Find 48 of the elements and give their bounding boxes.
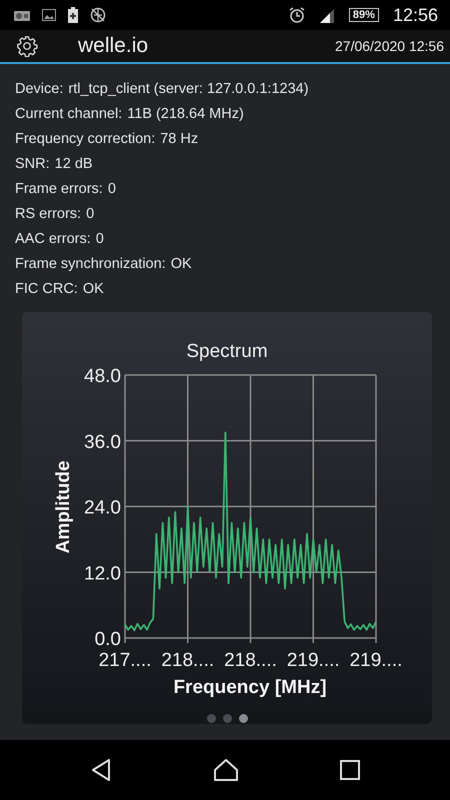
home-icon[interactable] xyxy=(212,758,239,782)
overview-icon[interactable] xyxy=(340,760,360,780)
y-tick-label: 36.0 xyxy=(84,432,121,453)
info-label: Frame synchronization: xyxy=(15,256,166,272)
x-axis-title: Frequency [MHz] xyxy=(173,677,327,698)
signal-icon xyxy=(318,7,335,23)
info-label: Current channel: xyxy=(15,106,122,122)
info-value: OK xyxy=(170,256,192,272)
chart-title: Spectrum xyxy=(186,341,268,362)
info-value: 11B (218.64 MHz) xyxy=(127,106,244,122)
page-indicator-dot[interactable] xyxy=(206,714,216,723)
y-tick-label: 12.0 xyxy=(84,563,121,584)
app-title: welle.io xyxy=(78,34,148,58)
battery-level: 89% xyxy=(348,8,379,22)
x-tick-label: 217.... xyxy=(98,650,152,671)
y-tick-label: 24.0 xyxy=(84,498,121,518)
info-label: Frequency correction: xyxy=(15,130,156,146)
y-tick-label: 48.0 xyxy=(84,366,121,387)
x-tick-label: 218.... xyxy=(161,650,214,671)
page-indicator-dot[interactable] xyxy=(238,714,248,723)
info-value: 0 xyxy=(96,230,104,246)
battery-charging-icon xyxy=(68,7,78,23)
info-value: OK xyxy=(82,280,104,296)
info-label: FIC CRC: xyxy=(15,280,78,296)
page-indicator-dot[interactable] xyxy=(222,714,232,723)
info-value: 0 xyxy=(108,180,116,196)
image-icon xyxy=(42,9,56,21)
info-value: rtl_tcp_client (server: 127.0.0.1:1234) xyxy=(68,80,309,96)
info-label: Device: xyxy=(15,80,64,96)
sync-off-icon xyxy=(90,7,106,23)
x-tick-label: 218.... xyxy=(224,650,277,671)
info-label: RS errors: xyxy=(15,206,82,222)
info-label: SNR: xyxy=(15,156,50,172)
info-value: 0 xyxy=(86,206,94,222)
info-value: 12 dB xyxy=(54,156,93,172)
info-label: AAC errors: xyxy=(15,230,91,246)
x-tick-label: 219.... xyxy=(286,650,340,671)
date-time: 27/06/2020 12:56 xyxy=(335,38,444,54)
y-axis-title: Amplitude xyxy=(53,460,74,554)
clock-time: 12:56 xyxy=(392,4,438,26)
back-icon[interactable] xyxy=(90,758,112,782)
x-tick-label: 219.... xyxy=(350,650,402,671)
info-label: Frame errors: xyxy=(15,180,103,196)
alarm-icon xyxy=(288,7,305,23)
y-tick-label: 0.0 xyxy=(94,629,121,650)
radio-icon xyxy=(14,9,30,21)
info-value: 78 Hz xyxy=(160,130,198,146)
settings-icon[interactable] xyxy=(16,35,38,57)
